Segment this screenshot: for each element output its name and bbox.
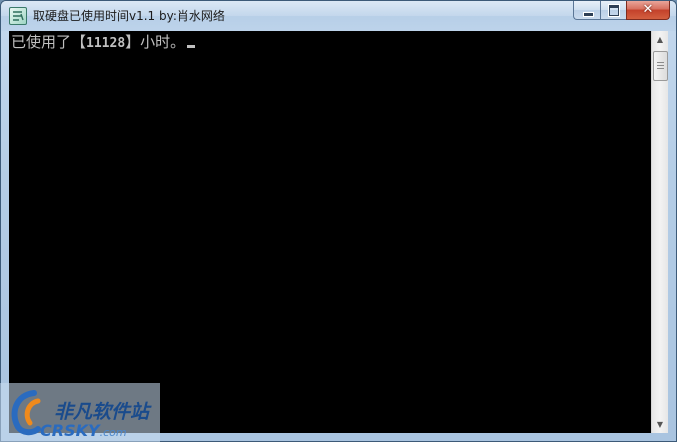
minimize-icon	[583, 12, 594, 17]
console-line: 已使用了【11128】小时。	[11, 33, 196, 53]
title-bar[interactable]: 取硬盘已使用时间v1.1 by:肖水网络 ✕	[1, 1, 676, 31]
console-output[interactable]: 已使用了【11128】小时。	[9, 31, 651, 433]
scroll-thumb[interactable]	[653, 51, 668, 81]
scroll-up-button[interactable]: ▲	[652, 31, 668, 48]
thumb-grip	[657, 68, 664, 69]
watermark-brand: CRSKY	[40, 421, 100, 440]
close-button[interactable]: ✕	[626, 1, 670, 20]
minimize-button[interactable]	[573, 1, 600, 20]
maximize-icon	[609, 5, 619, 16]
hours-value: 11128	[86, 36, 126, 51]
close-icon: ✕	[642, 2, 654, 17]
app-window: 取硬盘已使用时间v1.1 by:肖水网络 ✕ 已使用了【11128】小时。 ▲ …	[0, 0, 677, 442]
console-prefix: 已使用了【	[11, 33, 87, 51]
watermark-cn-text: 非凡软件站	[54, 401, 150, 423]
vertical-scrollbar[interactable]: ▲ ▼	[651, 31, 668, 433]
watermark: 非凡软件站 CRSKY.com	[0, 383, 160, 442]
thumb-grip	[657, 62, 664, 63]
thumb-grip	[657, 65, 664, 66]
caption-buttons: ✕	[573, 1, 670, 21]
watermark-en-text: CRSKY.com	[40, 421, 127, 440]
window-title: 取硬盘已使用时间v1.1 by:肖水网络	[33, 9, 225, 23]
text-cursor	[187, 45, 196, 48]
scroll-down-button[interactable]: ▼	[652, 416, 668, 433]
app-icon[interactable]	[9, 7, 27, 25]
console-suffix: 】小时。	[125, 33, 186, 51]
watermark-domain: .com	[99, 426, 127, 439]
maximize-button[interactable]	[600, 1, 626, 20]
